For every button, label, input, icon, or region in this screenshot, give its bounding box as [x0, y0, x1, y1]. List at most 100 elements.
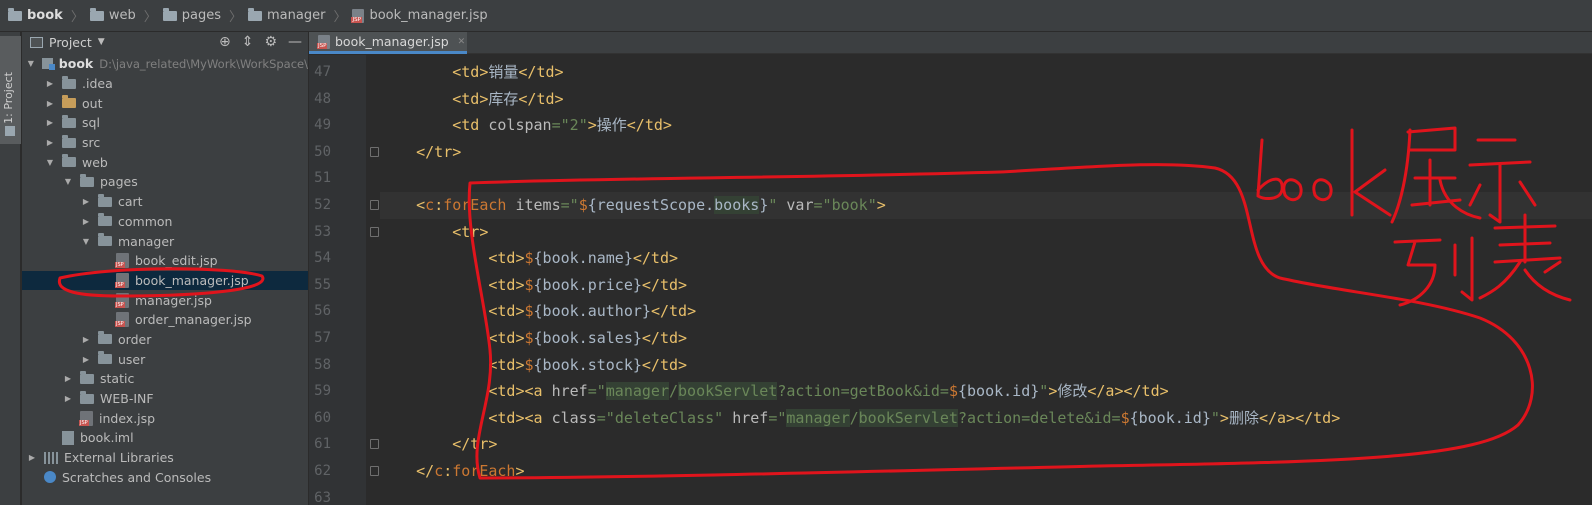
breadcrumb-book[interactable]: book — [8, 7, 63, 23]
tree-item-static[interactable]: ▶ static — [22, 369, 308, 389]
tree-item-src[interactable]: ▶ src — [22, 133, 308, 153]
tree-item-idea[interactable]: ▶ .idea — [22, 74, 308, 94]
breadcrumb-file[interactable]: book_manager.jsp — [351, 8, 488, 23]
tree-item-label: External Libraries — [64, 450, 174, 466]
code-line[interactable]: <td>销量</td> — [380, 59, 1592, 86]
code-line[interactable]: <td>库存</td> — [380, 86, 1592, 113]
line-number: 63 — [314, 489, 331, 505]
folder-icon — [98, 213, 112, 227]
tree-item-index-jsp[interactable]: index.jsp — [22, 408, 308, 428]
chevron-down-icon[interactable]: ▼ — [26, 59, 36, 68]
code-line[interactable]: <td><a class="deleteClass" href="manager… — [380, 405, 1592, 432]
chevron-right-icon[interactable]: ▶ — [44, 118, 56, 127]
module-icon — [8, 7, 22, 21]
code-line[interactable]: </c:forEach> — [380, 458, 1592, 485]
breadcrumb-pages[interactable]: pages — [162, 7, 221, 23]
tree-item-order[interactable]: ▶ order — [22, 330, 308, 350]
hide-panel-icon[interactable]: — — [288, 34, 302, 50]
code-editor[interactable]: <td>销量</td> <td>库存</td> <td colspan="2">… — [380, 55, 1592, 505]
scratches-icon — [44, 471, 56, 484]
fold-marker-icon[interactable] — [370, 226, 379, 237]
iml-file-icon — [62, 430, 74, 445]
folder-icon — [62, 134, 76, 148]
tree-item-book-edit-jsp[interactable]: book_edit.jsp — [22, 251, 308, 271]
jsp-file-icon — [115, 292, 129, 308]
collapse-all-icon[interactable]: ⇕ — [242, 34, 254, 50]
tree-item-book[interactable]: ▼ book D:\java_related\MyWork\WorkSpace\ — [22, 54, 308, 74]
tree-item-label: book.iml — [80, 430, 134, 446]
code-line[interactable]: <tr> — [380, 219, 1592, 246]
code-line[interactable]: <td>${book.sales}</td> — [380, 325, 1592, 352]
line-number: 53 — [314, 223, 331, 240]
chevron-right-icon[interactable]: ▶ — [26, 453, 38, 462]
tree-item-order-manager-jsp[interactable]: order_manager.jsp — [22, 310, 308, 330]
chevron-down-icon[interactable]: ▼ — [98, 37, 105, 47]
project-view-selector[interactable]: Project — [49, 35, 92, 50]
tree-item-user[interactable]: ▶ user — [22, 349, 308, 369]
folder-icon — [62, 75, 76, 89]
tree-item-common[interactable]: ▶ common — [22, 212, 308, 232]
breadcrumb-manager[interactable]: manager — [248, 7, 325, 23]
tree-item-book-manager-jsp[interactable]: book_manager.jsp — [22, 270, 308, 291]
tree-item-label: manager — [118, 233, 175, 249]
tree-item-cart[interactable]: ▶ cart — [22, 192, 308, 212]
chevron-right-icon[interactable]: ▶ — [44, 138, 56, 147]
fold-marker-icon[interactable] — [370, 439, 379, 450]
jsp-file-icon — [317, 34, 330, 49]
code-line[interactable]: </tr> — [380, 139, 1592, 166]
line-number: 49 — [314, 117, 331, 134]
code-line[interactable]: </tr> — [380, 431, 1592, 458]
tab-book-manager-jsp[interactable]: book_manager.jsp ✕ — [309, 32, 467, 54]
locate-file-icon[interactable]: ⊕ — [219, 34, 231, 50]
tree-item-web[interactable]: ▼ web — [22, 152, 308, 172]
code-line[interactable] — [380, 485, 1592, 505]
tree-item-sql[interactable]: ▶ sql — [22, 113, 308, 133]
fold-marker-icon[interactable] — [370, 200, 379, 210]
folder-icon — [98, 233, 112, 247]
chevron-right-icon[interactable]: ▶ — [62, 394, 74, 403]
code-line[interactable]: <td>${book.author}</td> — [380, 298, 1592, 325]
chevron-right-icon: 〉 — [333, 10, 347, 25]
line-number: 61 — [314, 436, 331, 453]
chevron-right-icon[interactable]: ▶ — [44, 99, 56, 108]
chevron-down-icon[interactable]: ▼ — [44, 158, 56, 167]
project-view-icon — [30, 36, 43, 48]
code-line[interactable]: <c:forEach items="${requestScope.books}"… — [380, 192, 1592, 219]
gear-icon[interactable]: ⚙ — [264, 34, 277, 50]
tree-item-label: index.jsp — [99, 410, 156, 426]
module-path: D:\java_related\MyWork\WorkSpace\ — [99, 56, 308, 71]
line-number: 50 — [314, 143, 331, 160]
chevron-right-icon[interactable]: ▶ — [80, 335, 92, 344]
tree-item-out[interactable]: ▶ out — [22, 93, 308, 113]
code-line[interactable]: <td>${book.price}</td> — [380, 272, 1592, 299]
close-icon[interactable]: ✕ — [458, 37, 466, 47]
chevron-right-icon[interactable]: ▶ — [62, 374, 74, 383]
chevron-right-icon[interactable]: ▶ — [80, 355, 92, 364]
chevron-right-icon[interactable]: ▶ — [80, 217, 92, 226]
tree-item-label: user — [118, 351, 146, 367]
tree-item-manager-jsp[interactable]: manager.jsp — [22, 290, 308, 310]
breadcrumb-web[interactable]: web — [89, 7, 136, 23]
line-number: 51 — [314, 170, 331, 187]
library-icon — [44, 451, 58, 464]
tree-item-external-libraries[interactable]: ▶ External Libraries — [22, 448, 308, 468]
jsp-file-icon — [115, 272, 129, 288]
chevron-right-icon[interactable]: ▶ — [44, 79, 56, 88]
code-line[interactable]: <td>${book.stock}</td> — [380, 352, 1592, 379]
code-line[interactable] — [380, 165, 1592, 192]
code-line[interactable]: <td>${book.name}</td> — [380, 245, 1592, 272]
code-line[interactable]: <td colspan="2">操作</td> — [380, 112, 1592, 139]
tree-item-scratches-and-consoles[interactable]: Scratches and Consoles — [22, 467, 308, 487]
tree-item-label: book — [58, 56, 94, 72]
tree-item-pages[interactable]: ▼ pages — [22, 172, 308, 192]
fold-marker-icon[interactable] — [370, 466, 379, 476]
code-line[interactable]: <td><a href="manager/bookServlet?action=… — [380, 378, 1592, 405]
tree-item-manager[interactable]: ▼ manager — [22, 231, 308, 251]
tree-item-web-inf[interactable]: ▶ WEB-INF — [22, 389, 308, 409]
project-tool-window-button[interactable]: 1: Project — [0, 36, 21, 144]
chevron-right-icon[interactable]: ▶ — [80, 197, 92, 206]
chevron-down-icon[interactable]: ▼ — [62, 177, 74, 186]
chevron-down-icon[interactable]: ▼ — [80, 237, 92, 246]
tree-item-book-iml[interactable]: book.iml — [22, 428, 308, 448]
fold-marker-icon[interactable] — [370, 146, 379, 157]
